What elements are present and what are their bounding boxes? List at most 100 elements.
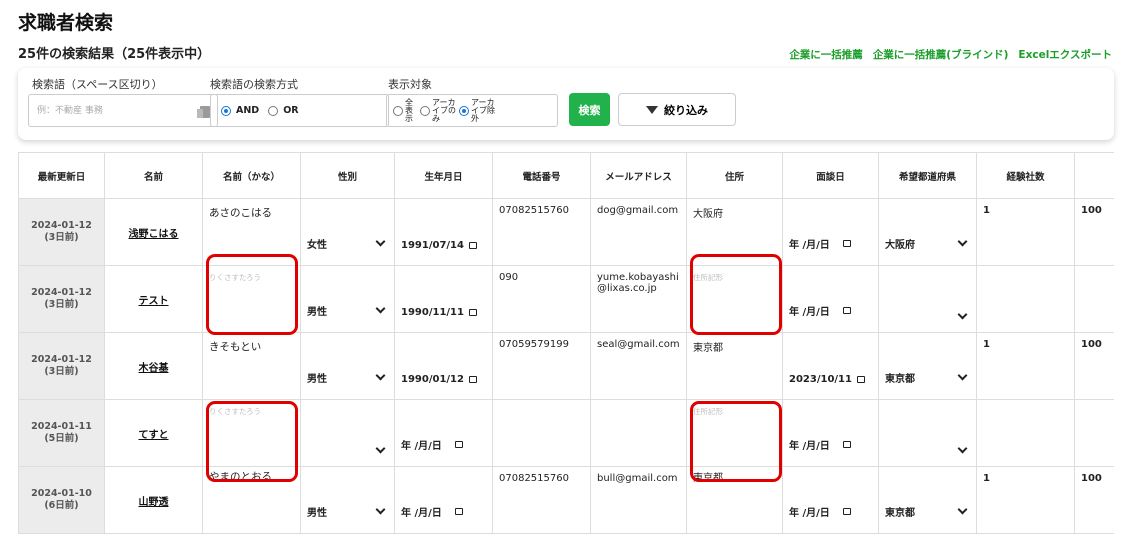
highlight-annotation [690, 401, 782, 482]
email-field[interactable]: dog@gmail.com [590, 198, 687, 266]
email-field[interactable] [590, 399, 687, 467]
filter-button[interactable]: 絞り込み [618, 93, 736, 126]
phone-field[interactable]: 090 [492, 265, 591, 333]
calendar-icon[interactable] [842, 508, 851, 515]
gender-select[interactable]: 男性 [300, 466, 395, 534]
phone-field[interactable]: 07082515760 [492, 466, 591, 534]
extra-value [1074, 399, 1114, 467]
col-header [1074, 152, 1114, 199]
results-table-container: 最新更新日 名前 名前（かな） 性別 生年月日 電話番号 メールアドレス 住所 … [18, 152, 1114, 539]
target-all-radio[interactable] [393, 105, 403, 116]
highlight-annotation [206, 254, 298, 335]
updated-date: 2024-01-12 (3日前) [18, 332, 105, 400]
col-header[interactable]: 電話番号 [492, 152, 591, 199]
candidate-name-link[interactable]: 木谷基 [139, 363, 169, 374]
phone-field[interactable]: 07059579199 [492, 332, 591, 400]
calendar-icon[interactable] [856, 376, 865, 383]
calendar-icon[interactable] [468, 309, 477, 316]
mode-and-radio[interactable] [221, 105, 231, 116]
col-header[interactable]: 経験社数 [976, 152, 1075, 199]
updated-date: 2024-01-10 (6日前) [18, 466, 105, 534]
calendar-icon[interactable] [842, 441, 851, 448]
col-header[interactable]: 名前（かな） [202, 152, 301, 199]
company-count[interactable]: 1 [976, 332, 1075, 400]
excel-export-link[interactable]: Excelエクスポート [1018, 47, 1112, 62]
search-button[interactable]: 検索 [569, 93, 610, 126]
pref-select[interactable] [878, 265, 977, 333]
email-field[interactable]: bull@gmail.com [590, 466, 687, 534]
pref-select[interactable]: 東京都 [878, 332, 977, 400]
col-header[interactable]: 面談日 [782, 152, 879, 199]
gender-select[interactable] [300, 399, 395, 467]
calendar-icon[interactable] [842, 240, 851, 247]
company-count[interactable] [976, 399, 1075, 467]
result-count: 25件の検索結果（25件表示中） [18, 47, 211, 62]
candidate-name-link[interactable]: 山野透 [139, 497, 169, 508]
birthdate-field[interactable]: 1990/11/11 [394, 265, 493, 333]
interview-date-field[interactable]: 年 /月/日 [782, 399, 879, 467]
mode-and-label: AND [236, 105, 260, 116]
chevron-down-icon [375, 236, 386, 247]
email-field[interactable]: seal@gmail.com [590, 332, 687, 400]
company-count[interactable]: 1 [976, 198, 1075, 266]
candidate-name: 木谷基 [104, 332, 203, 400]
keyword-field [28, 94, 218, 127]
col-header[interactable]: 性別 [300, 152, 395, 199]
interview-date-field[interactable]: 年 /月/日 [782, 198, 879, 266]
col-header[interactable]: 住所 [686, 152, 783, 199]
calendar-icon[interactable] [454, 441, 463, 448]
phone-field[interactable]: 07082515760 [492, 198, 591, 266]
calendar-icon[interactable] [454, 508, 463, 515]
col-header[interactable]: メールアドレス [590, 152, 687, 199]
keyword-input[interactable] [29, 95, 189, 126]
gender-select[interactable]: 男性 [300, 332, 395, 400]
mode-or-radio[interactable] [268, 105, 279, 116]
chevron-down-icon [375, 303, 386, 314]
col-header[interactable]: 名前 [104, 152, 203, 199]
gender-select[interactable]: 男性 [300, 265, 395, 333]
paste-icon[interactable] [197, 106, 210, 118]
chevron-down-icon [957, 370, 968, 381]
address-field[interactable]: 東京都 [686, 332, 783, 400]
col-header[interactable]: 最新更新日 [18, 152, 105, 199]
display-target-group: 全表示 アーカイブのみ アーカイブ除外 [386, 94, 558, 127]
birthdate-field[interactable]: 年 /月/日 [394, 466, 493, 534]
kana-field[interactable]: きそもとい [202, 332, 301, 400]
birthdate-field[interactable]: 1990/01/12 [394, 332, 493, 400]
calendar-icon[interactable] [468, 242, 477, 249]
interview-date-field[interactable]: 2023/10/11 [782, 332, 879, 400]
company-count[interactable] [976, 265, 1075, 333]
mode-label: 検索語の検索方式 [210, 78, 298, 91]
chevron-down-icon [375, 504, 386, 515]
gender-select[interactable]: 女性 [300, 198, 395, 266]
chevron-down-icon [957, 236, 968, 247]
table-row: 2024-01-10 (6日前) 山野透 やまのとおる 男性 年 /月/日 070… [18, 466, 1114, 534]
col-header[interactable]: 生年月日 [394, 152, 493, 199]
company-count[interactable]: 1 [976, 466, 1075, 534]
extra-value: 100 [1074, 466, 1114, 534]
interview-date-field[interactable]: 年 /月/日 [782, 466, 879, 534]
calendar-icon[interactable] [842, 307, 851, 314]
interview-date-field[interactable]: 年 /月/日 [782, 265, 879, 333]
extra-value: 100 [1074, 332, 1114, 400]
table-row: 2024-01-12 (3日前) 木谷基 きそもとい 男性 1990/01/12 … [18, 332, 1114, 400]
bulk-recommend-blind-link[interactable]: 企業に一括推薦(ブラインド) [873, 47, 1009, 62]
candidate-name-link[interactable]: 浅野こはる [129, 229, 179, 240]
pref-select[interactable]: 大阪府 [878, 198, 977, 266]
col-header[interactable]: 希望都道府県 [878, 152, 977, 199]
birthdate-field[interactable]: 1991/07/14 [394, 198, 493, 266]
bulk-recommend-link[interactable]: 企業に一括推薦 [789, 47, 863, 62]
email-field[interactable]: yume.kobayashi@lixas.co.jp [590, 265, 687, 333]
target-archive-only-radio[interactable] [420, 105, 430, 116]
target-archive-excluded-radio[interactable] [459, 105, 469, 116]
candidate-name-link[interactable]: てすと [139, 430, 169, 441]
calendar-icon[interactable] [468, 376, 477, 383]
candidate-name: テスト [104, 265, 203, 333]
results-table: 最新更新日 名前 名前（かな） 性別 生年月日 電話番号 メールアドレス 住所 … [18, 152, 1114, 534]
candidate-name-link[interactable]: テスト [139, 296, 169, 307]
pref-select[interactable] [878, 399, 977, 467]
birthdate-field[interactable]: 年 /月/日 [394, 399, 493, 467]
phone-field[interactable] [492, 399, 591, 467]
bulk-actions: 企業に一括推薦 企業に一括推薦(ブラインド) Excelエクスポート [789, 47, 1112, 62]
pref-select[interactable]: 東京都 [878, 466, 977, 534]
